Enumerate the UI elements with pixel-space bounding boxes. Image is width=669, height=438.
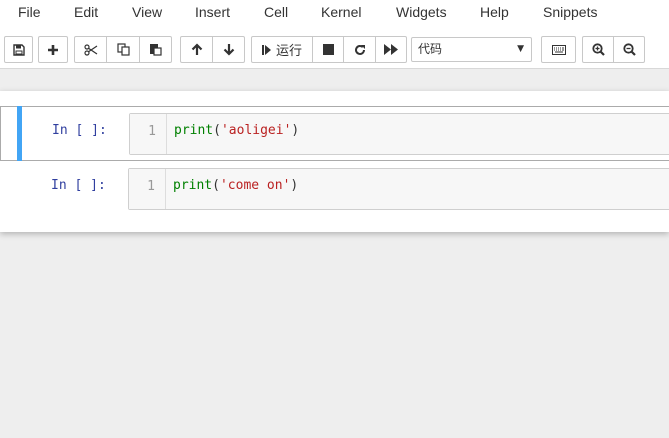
run-label: 运行 <box>275 44 302 59</box>
toolbar: 运行 代码 ▼ <box>0 36 669 63</box>
code-cell[interactable]: In [ ]: 1 print('come on') <box>0 161 669 216</box>
zoom-out-icon <box>622 43 636 56</box>
notebook-header: File Edit View Insert Cell Kernel Widget… <box>0 0 669 69</box>
menu-snippets[interactable]: Snippets <box>543 4 597 20</box>
menu-kernel[interactable]: Kernel <box>321 4 361 20</box>
keyboard-icon <box>551 44 566 55</box>
line-number: 1 <box>147 179 155 194</box>
fast-forward-icon <box>384 44 398 55</box>
menu-insert[interactable]: Insert <box>195 4 230 20</box>
code-editor[interactable]: 1 print('aoligei') <box>129 113 669 155</box>
code-builtin: print <box>173 178 213 193</box>
stop-icon <box>322 44 334 55</box>
code-string: 'aoligei' <box>220 123 292 138</box>
line-number: 1 <box>148 124 156 139</box>
interrupt-button[interactable] <box>312 36 344 63</box>
code-string: 'come on' <box>219 178 291 193</box>
code-line: print('come on') <box>173 178 298 193</box>
restart-button[interactable] <box>343 36 376 63</box>
menu-view[interactable]: View <box>132 4 162 20</box>
menubar: File Edit View Insert Cell Kernel Widget… <box>0 0 669 26</box>
insert-cell-button[interactable] <box>38 36 68 63</box>
copy-button[interactable] <box>106 36 140 63</box>
restart-run-all-button[interactable] <box>375 36 407 63</box>
paste-button[interactable] <box>139 36 172 63</box>
plus-icon <box>48 44 58 55</box>
move-up-button[interactable] <box>180 36 213 63</box>
command-palette-button[interactable] <box>541 36 576 63</box>
paste-icon <box>150 44 162 56</box>
selected-cell-indicator <box>17 106 22 161</box>
cut-button[interactable] <box>74 36 107 63</box>
arrow-down-icon <box>223 44 234 56</box>
code-paren-open: ( <box>213 123 221 138</box>
input-prompt: In [ ]: <box>52 123 107 138</box>
code-editor[interactable]: 1 print('come on') <box>128 168 669 210</box>
code-builtin: print <box>174 123 214 138</box>
notebook-background <box>0 69 669 91</box>
scissors-icon <box>83 43 97 56</box>
code-paren-open: ( <box>212 178 220 193</box>
line-gutter: 1 <box>129 169 166 209</box>
run-button[interactable]: 运行 <box>251 36 313 63</box>
chevron-down-icon: ▼ <box>517 44 524 54</box>
floppy-disk-icon <box>12 43 25 56</box>
copy-icon <box>116 43 130 56</box>
menu-edit[interactable]: Edit <box>74 4 98 20</box>
cell-type-select[interactable]: 代码 ▼ <box>411 37 532 62</box>
arrow-up-icon <box>191 43 202 55</box>
cell-type-value: 代码 <box>418 42 443 56</box>
zoom-in-icon <box>591 43 605 56</box>
move-down-button[interactable] <box>212 36 245 63</box>
save-button[interactable] <box>4 36 33 63</box>
input-prompt: In [ ]: <box>51 178 106 193</box>
code-paren-close: ) <box>290 178 299 193</box>
menu-cell[interactable]: Cell <box>264 4 288 20</box>
menu-file[interactable]: File <box>18 4 41 20</box>
step-forward-icon <box>261 44 271 55</box>
menu-help[interactable]: Help <box>480 4 509 20</box>
code-line: print('aoligei') <box>174 123 299 138</box>
zoom-out-button[interactable] <box>613 36 645 63</box>
code-cell[interactable]: In [ ]: 1 print('aoligei') <box>0 106 669 161</box>
notebook-container: In [ ]: 1 print('aoligei') In [ ]: 1 pri… <box>0 91 669 232</box>
code-paren-close: ) <box>291 123 300 138</box>
menu-widgets[interactable]: Widgets <box>396 4 447 20</box>
redo-icon <box>354 44 365 55</box>
line-gutter: 1 <box>130 114 167 154</box>
zoom-in-button[interactable] <box>582 36 614 63</box>
